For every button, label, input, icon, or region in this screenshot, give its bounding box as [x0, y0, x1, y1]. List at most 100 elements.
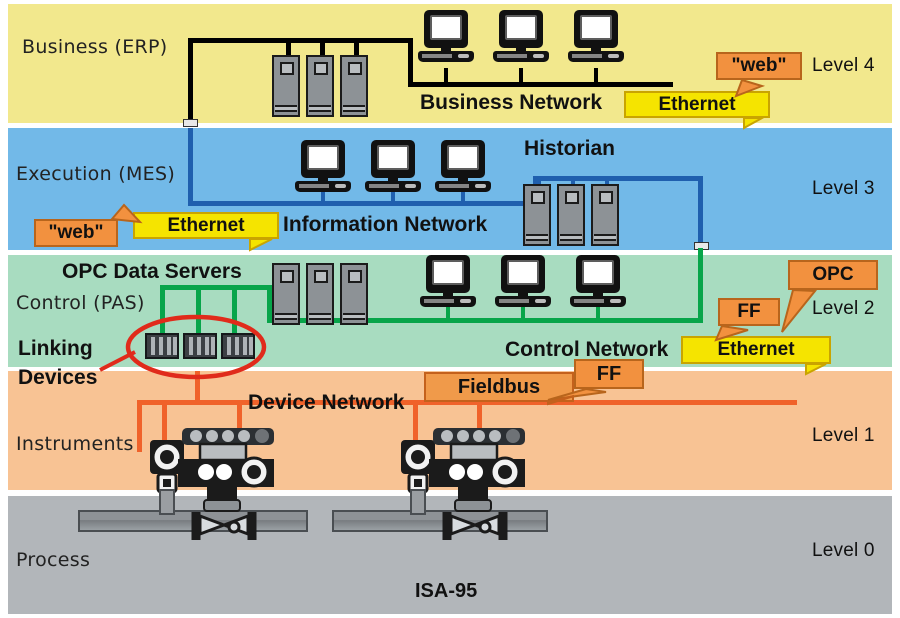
- historian-trunk: [533, 176, 703, 181]
- keyboard-icon: [420, 296, 476, 307]
- server-base: [343, 313, 365, 320]
- level-tag-1: Level 1: [812, 425, 875, 446]
- server-bay-icon: [348, 62, 362, 75]
- screen: [307, 145, 339, 170]
- business-workstation-2: [493, 10, 549, 68]
- tag-opc-level2: OPC: [788, 260, 878, 290]
- server-bay-icon: [314, 62, 328, 75]
- device-drop-valve-1: [237, 403, 242, 441]
- linking-device-1: [145, 333, 179, 359]
- opc-server-1: [272, 263, 300, 325]
- band-label-business: Business (ERP): [22, 36, 168, 58]
- server-bay-icon: [348, 270, 362, 283]
- server-bay-icon: [531, 191, 545, 204]
- opc-header-bus: [160, 285, 272, 290]
- device-drop-left-edge: [137, 400, 142, 452]
- linking-device-3: [221, 333, 255, 359]
- device-drop-xmtr-1: [162, 403, 167, 441]
- tag-fieldbus-level1: Fieldbus: [424, 372, 574, 402]
- level-tag-4: Level 4: [812, 55, 875, 76]
- control-network-uplink: [698, 248, 703, 323]
- historian-server-1: [523, 184, 551, 246]
- tag-ethernet-level3: Ethernet: [133, 212, 279, 239]
- mes-workstation-2: [365, 140, 421, 198]
- screen: [582, 260, 614, 285]
- server-base: [309, 313, 331, 320]
- server-base: [560, 234, 582, 241]
- keyboard-icon: [493, 51, 549, 62]
- keyboard-icon: [570, 296, 626, 307]
- screen: [580, 15, 612, 40]
- control-workstation-3: [570, 255, 626, 313]
- control-workstation-1: [420, 255, 476, 313]
- isa95-diagram: Business (ERP) Execution (MES) Control (…: [0, 0, 900, 618]
- business-workstation-3: [568, 10, 624, 68]
- business-pc-drop-2: [519, 68, 523, 86]
- band-label-process: Process: [16, 549, 91, 571]
- level-tag-0: Level 0: [812, 540, 875, 561]
- keyboard-icon: [365, 181, 421, 192]
- keyboard-icon: [495, 296, 551, 307]
- linking-device-2: [183, 333, 217, 359]
- business-server-drop-1: [286, 43, 291, 55]
- tag-ff-level2: FF: [718, 298, 780, 326]
- device-drop-xmtr-2: [413, 403, 418, 441]
- device-network-label: Device Network: [248, 391, 405, 414]
- opc-data-servers-label: OPC Data Servers: [62, 260, 242, 283]
- process-pipe-right: [332, 510, 548, 532]
- opc-server-2: [306, 263, 334, 325]
- business-server-3: [340, 55, 368, 117]
- tag-web-level3: "web": [34, 219, 118, 247]
- business-server-1: [272, 55, 300, 117]
- screen: [507, 260, 539, 285]
- device-network-uplink: [195, 371, 200, 403]
- linking-devices-label-line1: Linking: [18, 337, 93, 360]
- screen: [430, 15, 462, 40]
- band-label-instruments: Instruments: [16, 433, 134, 455]
- screen: [447, 145, 479, 170]
- business-network-riser: [188, 38, 193, 123]
- server-base: [309, 105, 331, 112]
- server-base: [343, 105, 365, 112]
- keyboard-icon: [418, 51, 474, 62]
- business-server-drop-3: [354, 43, 359, 55]
- diagram-caption: ISA-95: [415, 580, 478, 602]
- server-base: [275, 105, 297, 112]
- business-network-trunk-top: [188, 38, 413, 43]
- server-bay-icon: [599, 191, 613, 204]
- server-base: [275, 313, 297, 320]
- mes-workstation-3: [435, 140, 491, 198]
- tag-web-level4: "web": [716, 52, 802, 80]
- historian-server-3: [591, 184, 619, 246]
- screen: [505, 15, 537, 40]
- business-network-label: Business Network: [420, 91, 603, 114]
- band-label-execution: Execution (MES): [16, 163, 176, 185]
- information-network-riser-left: [188, 128, 193, 206]
- process-pipe-left: [78, 510, 308, 532]
- level-tag-3: Level 3: [812, 178, 875, 199]
- historian-label: Historian: [524, 137, 616, 160]
- tag-ethernet-level2: Ethernet: [681, 336, 831, 364]
- server-bay-icon: [565, 191, 579, 204]
- keyboard-icon: [435, 181, 491, 192]
- tag-ethernet-level4: Ethernet: [624, 91, 770, 118]
- band-label-control: Control (PAS): [16, 292, 145, 314]
- business-to-information-plug: [183, 119, 198, 127]
- screen: [377, 145, 409, 170]
- linking-devices-label-line2: Devices: [18, 366, 98, 389]
- server-bay-icon: [280, 270, 294, 283]
- business-pc-drop-3: [594, 68, 598, 86]
- server-bay-icon: [314, 270, 328, 283]
- business-workstation-1: [418, 10, 474, 68]
- control-workstation-2: [495, 255, 551, 313]
- information-network-trunk: [188, 201, 538, 206]
- device-drop-valve-2: [477, 403, 482, 441]
- business-network-drop-right: [408, 38, 413, 86]
- server-base: [594, 234, 616, 241]
- information-network-riser-right: [698, 176, 703, 244]
- server-base: [526, 234, 548, 241]
- business-pc-drop-1: [444, 68, 448, 86]
- information-network-label: Information Network: [283, 213, 488, 236]
- opc-server-3: [340, 263, 368, 325]
- business-server-2: [306, 55, 334, 117]
